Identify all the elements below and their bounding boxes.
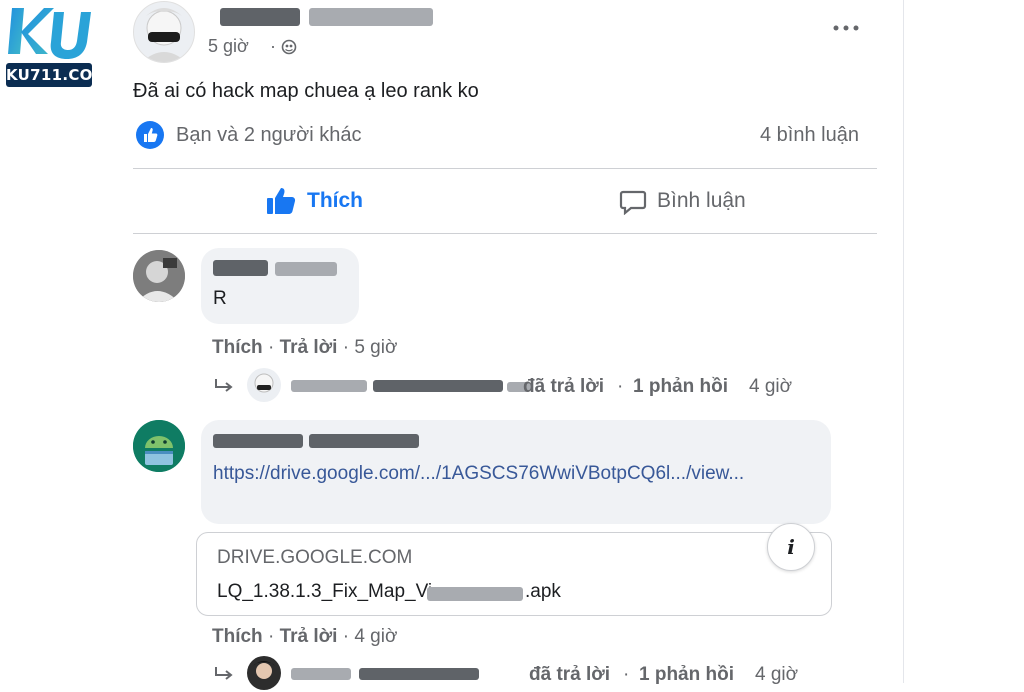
divider-bottom xyxy=(133,233,877,234)
reply-1-count: 1 phản hồi xyxy=(633,376,728,397)
post-author-avatar[interactable] xyxy=(133,1,195,63)
comment-1-avatar[interactable] xyxy=(133,250,185,302)
like-button[interactable]: Thích xyxy=(265,186,363,216)
reply-arrow-icon xyxy=(215,379,233,392)
comment-2-author-blurred-2 xyxy=(309,434,419,448)
comment-1-like-link[interactable]: Thích xyxy=(212,337,263,358)
comment-1-text: R xyxy=(213,288,227,309)
comment-1-bubble: R xyxy=(201,248,359,324)
comment-button[interactable]: Bình luận xyxy=(619,187,746,215)
comment-1-reply-link[interactable]: Trả lời xyxy=(280,337,338,358)
reply-arrow-icon-2 xyxy=(215,667,233,680)
reactions-summary[interactable]: Bạn và 2 người khác xyxy=(176,124,362,147)
thumbs-up-icon xyxy=(267,188,296,214)
comment-2-replies-summary[interactable]: đã trả lời · 1 phản hồi 4 giờ xyxy=(213,656,813,692)
reply-1-author-blurred xyxy=(291,380,367,392)
reply-2-avatar xyxy=(247,656,281,690)
comment-2-author-blurred[interactable] xyxy=(213,434,303,448)
link-preview-card[interactable]: DRIVE.GOOGLE.COM LQ_1.38.1.3_Fix_Map_Vi … xyxy=(196,523,832,616)
comment-2-reply-link[interactable]: Trả lời xyxy=(280,626,338,647)
post-text: Đã ai có hack map chuea ạ leo rank ko xyxy=(133,80,479,102)
like-button-label: Thích xyxy=(307,189,363,212)
comment-2-like-link[interactable]: Thích xyxy=(212,626,263,647)
reply-1-avatar xyxy=(247,368,281,402)
post-author-name-blurred[interactable] xyxy=(220,8,300,26)
watermark-label: KU711.CO xyxy=(6,63,92,87)
comment-2-bubble: https://drive.google.com/.../1AGSCS76Wwi… xyxy=(201,420,831,524)
info-icon[interactable]: i xyxy=(767,523,815,571)
comment-1-actions: Thích · Trả lời · 5 giờ xyxy=(212,337,398,358)
comment-1-author-blurred-2 xyxy=(275,262,337,276)
comment-2-avatar[interactable] xyxy=(133,420,185,472)
comment-2-link[interactable]: https://drive.google.com/.../1AGSCS76Wwi… xyxy=(213,460,818,487)
reply-2-author-blurred-2 xyxy=(359,668,479,680)
preview-title: LQ_1.38.1.3_Fix_Map_Vi xyxy=(217,581,433,602)
reply-2-author-blurred xyxy=(291,668,351,680)
preview-title-suffix: .apk xyxy=(525,581,561,602)
reply-1-action: đã trả lời xyxy=(523,376,605,397)
ku-logo-icon xyxy=(8,8,91,59)
comment-1-time[interactable]: 5 giờ xyxy=(354,337,397,358)
comments-count[interactable]: 4 bình luận xyxy=(760,124,859,147)
post-time-separator: · xyxy=(270,36,276,56)
preview-domain: DRIVE.GOOGLE.COM xyxy=(217,547,413,568)
facebook-post-panel: 5 giờ · Đã ai có hack map chuea ạ leo ra… xyxy=(113,0,904,690)
reply-1-author-blurred-2 xyxy=(373,380,503,392)
post-author-name-blurred-2 xyxy=(309,8,433,26)
comment-button-label: Bình luận xyxy=(657,189,746,212)
comment-1-replies-summary[interactable]: đã trả lời · 1 phản hồi 4 giờ xyxy=(213,368,813,404)
public-globe-icon xyxy=(281,39,297,55)
post-time[interactable]: 5 giờ xyxy=(208,36,249,57)
like-reaction-icon[interactable] xyxy=(136,121,164,149)
more-dots-icon[interactable] xyxy=(831,22,861,34)
reply-1-time: 4 giờ xyxy=(749,376,793,397)
comment-bubble-icon xyxy=(619,190,647,215)
comment-1-author-blurred[interactable] xyxy=(213,260,268,276)
comment-2-time[interactable]: 4 giờ xyxy=(354,626,397,647)
ku711-watermark: KU711.CO xyxy=(4,4,94,88)
divider-top xyxy=(133,168,877,169)
comment-2-actions: Thích · Trả lời · 4 giờ xyxy=(212,626,398,647)
preview-title-blurred xyxy=(427,587,523,601)
reply-1-dot: · xyxy=(617,376,624,397)
